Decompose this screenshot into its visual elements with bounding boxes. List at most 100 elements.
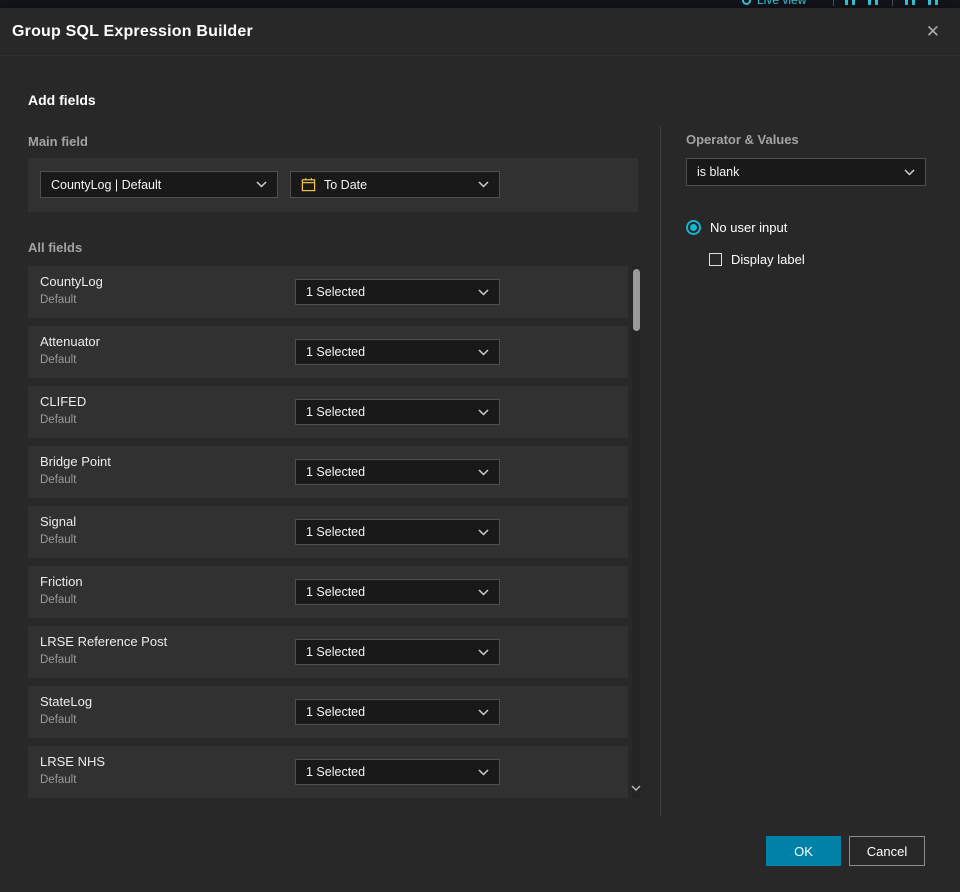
chevron-down-icon bbox=[478, 288, 489, 296]
chevron-down-icon bbox=[478, 181, 489, 188]
all-fields-rows: CountyLog Default 1 Selected Attenuator … bbox=[28, 266, 628, 806]
chevron-down-icon bbox=[478, 588, 489, 596]
field-subtitle: Default bbox=[40, 534, 77, 546]
field-row: CLIFED Default 1 Selected bbox=[28, 386, 628, 438]
no-user-input-label: No user input bbox=[710, 220, 788, 235]
field-count-label: 1 Selected bbox=[306, 465, 366, 479]
layout-panes-icon[interactable] bbox=[905, 0, 915, 5]
field-count-label: 1 Selected bbox=[306, 405, 366, 419]
field-subtitle: Default bbox=[40, 414, 77, 426]
field-values-select[interactable]: 1 Selected bbox=[295, 279, 500, 305]
main-field-select-value: CountyLog | Default bbox=[51, 177, 162, 192]
chevron-down-icon bbox=[478, 708, 489, 716]
group-sql-expression-builder-dialog: Group SQL Expression Builder ✕ Add field… bbox=[0, 8, 960, 892]
field-count-label: 1 Selected bbox=[306, 525, 366, 539]
field-subtitle: Default bbox=[40, 294, 77, 306]
field-row: Bridge Point Default 1 Selected bbox=[28, 446, 628, 498]
field-subtitle: Default bbox=[40, 714, 77, 726]
field-subtitle: Default bbox=[40, 354, 77, 366]
chevron-down-icon bbox=[478, 348, 489, 356]
column-divider bbox=[660, 126, 661, 816]
main-date-select-value: To Date bbox=[324, 177, 368, 192]
no-user-input-radio[interactable] bbox=[686, 220, 701, 235]
field-count-label: 1 Selected bbox=[306, 585, 366, 599]
field-name: StateLog bbox=[40, 694, 93, 709]
all-fields-label: All fields bbox=[28, 240, 83, 255]
field-subtitle: Default bbox=[40, 474, 77, 486]
field-subtitle: Default bbox=[40, 594, 77, 606]
layout-panes-icon[interactable] bbox=[868, 0, 878, 5]
field-subtitle: Default bbox=[40, 774, 77, 786]
field-row: CountyLog Default 1 Selected bbox=[28, 266, 628, 318]
field-values-select[interactable]: 1 Selected bbox=[295, 579, 500, 605]
live-view-icon bbox=[742, 0, 751, 5]
layout-panes-icon[interactable] bbox=[845, 0, 855, 5]
field-values-select[interactable]: 1 Selected bbox=[295, 759, 500, 785]
display-label-text: Display label bbox=[731, 252, 805, 267]
background-toolbar: Live view bbox=[0, 0, 960, 8]
field-values-select[interactable]: 1 Selected bbox=[295, 399, 500, 425]
field-name: CLIFED bbox=[40, 394, 87, 409]
field-row: LRSE Reference Post Default 1 Selected bbox=[28, 626, 628, 678]
display-label-option: Display label bbox=[709, 252, 805, 267]
field-name: LRSE NHS bbox=[40, 754, 106, 769]
field-row: Signal Default 1 Selected bbox=[28, 506, 628, 558]
scrollbar-thumb[interactable] bbox=[632, 269, 640, 331]
operator-values-heading: Operator & Values bbox=[686, 132, 799, 147]
cancel-button[interactable]: Cancel bbox=[849, 836, 925, 866]
chevron-down-icon bbox=[478, 408, 489, 416]
field-row: StateLog Default 1 Selected bbox=[28, 686, 628, 738]
field-name: Signal bbox=[40, 514, 77, 529]
all-fields-list: CountyLog Default 1 Selected Attenuator … bbox=[28, 266, 641, 798]
field-count-label: 1 Selected bbox=[306, 705, 366, 719]
screen: Live view Group SQL Expression Builder ✕… bbox=[0, 0, 960, 892]
toolbar-separator bbox=[892, 0, 893, 6]
field-values-select[interactable]: 1 Selected bbox=[295, 339, 500, 365]
field-row: Friction Default 1 Selected bbox=[28, 566, 628, 618]
chevron-down-icon bbox=[478, 768, 489, 776]
field-count-label: 1 Selected bbox=[306, 645, 366, 659]
field-values-select[interactable]: 1 Selected bbox=[295, 699, 500, 725]
field-row: LRSE NHS Default 1 Selected bbox=[28, 746, 628, 798]
main-date-select[interactable]: To Date bbox=[290, 171, 500, 198]
calendar-icon bbox=[301, 177, 316, 192]
dialog-title: Group SQL Expression Builder bbox=[12, 22, 253, 40]
field-values-select[interactable]: 1 Selected bbox=[295, 459, 500, 485]
background-app-strip: Live view bbox=[0, 0, 960, 8]
no-user-input-option: No user input bbox=[686, 220, 787, 235]
field-name: Attenuator bbox=[40, 334, 100, 349]
chevron-down-icon bbox=[256, 181, 267, 188]
chevron-down-icon bbox=[904, 168, 915, 176]
layout-panes-icon[interactable] bbox=[928, 0, 938, 5]
field-name: LRSE Reference Post bbox=[40, 634, 168, 649]
field-values-select[interactable]: 1 Selected bbox=[295, 519, 500, 545]
scrollbar-track[interactable] bbox=[631, 266, 641, 798]
display-label-checkbox[interactable] bbox=[709, 253, 722, 266]
field-count-label: 1 Selected bbox=[306, 765, 366, 779]
field-name: Friction bbox=[40, 574, 83, 589]
operator-select[interactable]: is blank bbox=[686, 158, 926, 186]
main-field-panel: CountyLog | Default To Date bbox=[28, 158, 638, 212]
operator-select-value: is blank bbox=[697, 165, 740, 179]
dialog-header: Group SQL Expression Builder ✕ bbox=[0, 8, 960, 56]
scrollbar-down-icon[interactable] bbox=[631, 779, 641, 797]
main-field-label: Main field bbox=[28, 134, 88, 149]
toolbar-separator bbox=[833, 0, 834, 6]
chevron-down-icon bbox=[478, 648, 489, 656]
chevron-down-icon bbox=[478, 468, 489, 476]
main-field-select[interactable]: CountyLog | Default bbox=[40, 171, 278, 198]
field-row: Attenuator Default 1 Selected bbox=[28, 326, 628, 378]
radio-selected-dot bbox=[690, 224, 697, 231]
field-values-select[interactable]: 1 Selected bbox=[295, 639, 500, 665]
chevron-down-icon bbox=[478, 528, 489, 536]
live-view-toggle[interactable]: Live view bbox=[742, 0, 806, 7]
field-subtitle: Default bbox=[40, 654, 77, 666]
live-view-label: Live view bbox=[757, 0, 807, 7]
field-name: Bridge Point bbox=[40, 454, 111, 469]
add-fields-heading: Add fields bbox=[28, 92, 96, 108]
field-name: CountyLog bbox=[40, 274, 103, 289]
ok-button[interactable]: OK bbox=[766, 836, 841, 866]
field-count-label: 1 Selected bbox=[306, 285, 366, 299]
field-count-label: 1 Selected bbox=[306, 345, 366, 359]
close-icon[interactable]: ✕ bbox=[922, 19, 944, 44]
